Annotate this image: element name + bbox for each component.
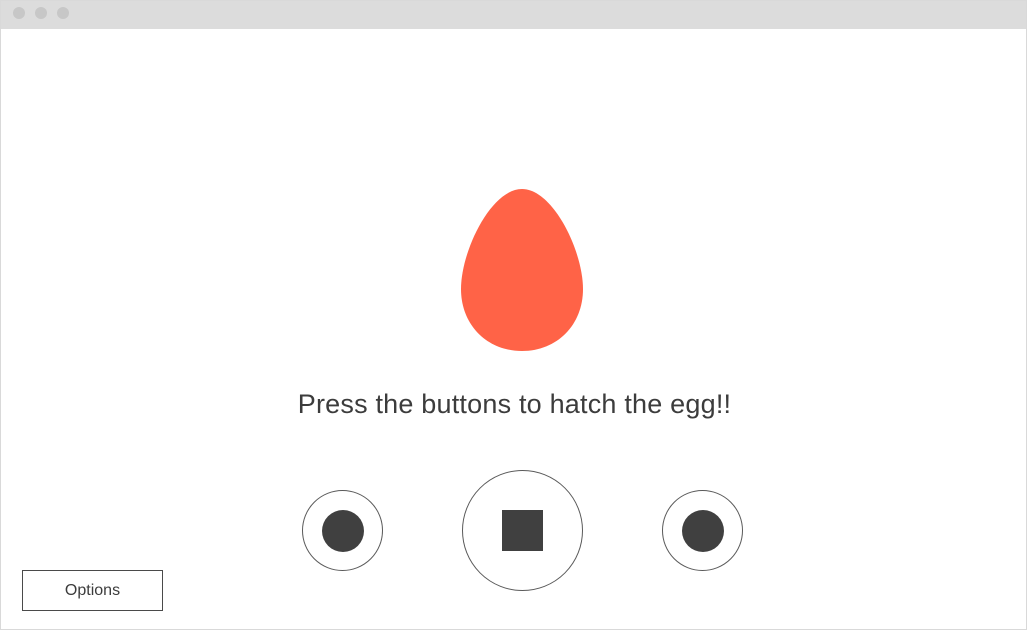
left-circle-button[interactable] (302, 490, 383, 571)
options-button[interactable]: Options (22, 570, 163, 611)
maximize-window-dot[interactable] (57, 7, 69, 19)
minimize-window-dot[interactable] (35, 7, 47, 19)
center-square-button[interactable] (462, 470, 583, 591)
app-window: Press the buttons to hatch the egg!! Opt… (0, 0, 1027, 630)
square-icon (502, 510, 543, 551)
close-window-dot[interactable] (13, 7, 25, 19)
instruction-text: Press the buttons to hatch the egg!! (297, 389, 732, 419)
egg-shape (461, 189, 583, 351)
right-circle-button[interactable] (662, 490, 743, 571)
circle-icon (681, 509, 724, 552)
circle-icon (321, 509, 364, 552)
title-bar (1, 1, 1026, 29)
egg-icon[interactable] (461, 189, 583, 351)
